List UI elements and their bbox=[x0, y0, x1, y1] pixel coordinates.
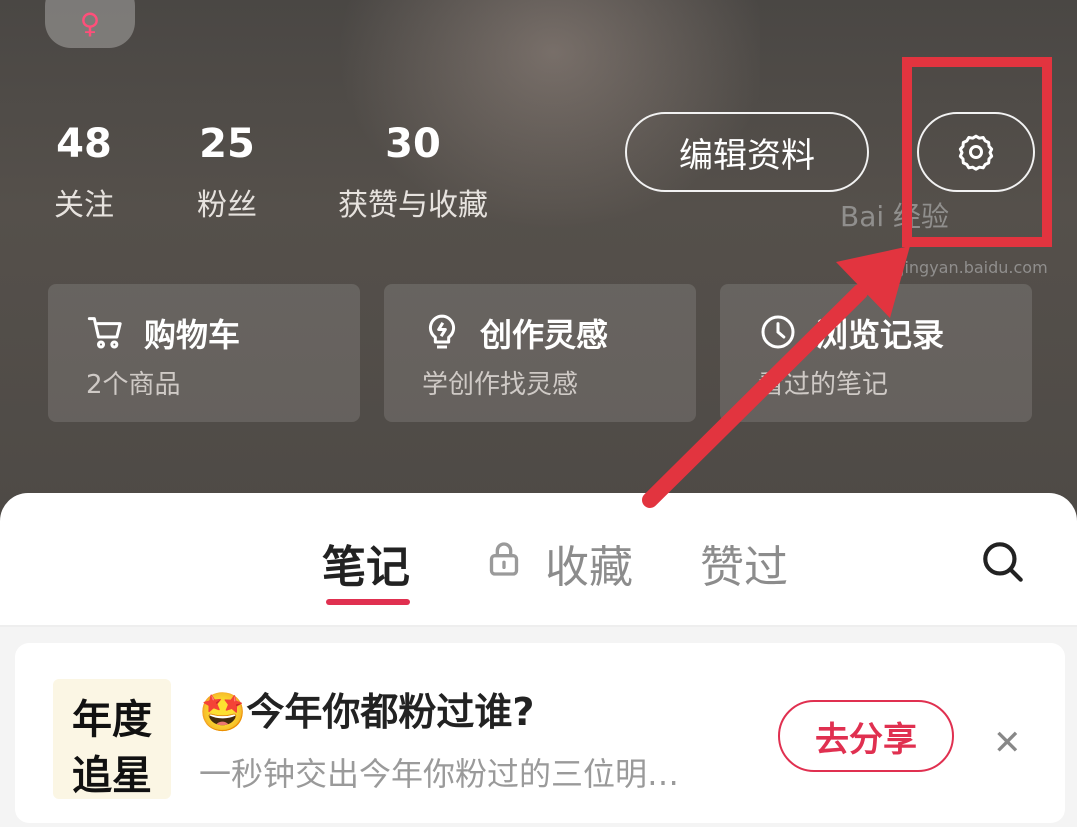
annotation-arrow bbox=[642, 246, 910, 508]
